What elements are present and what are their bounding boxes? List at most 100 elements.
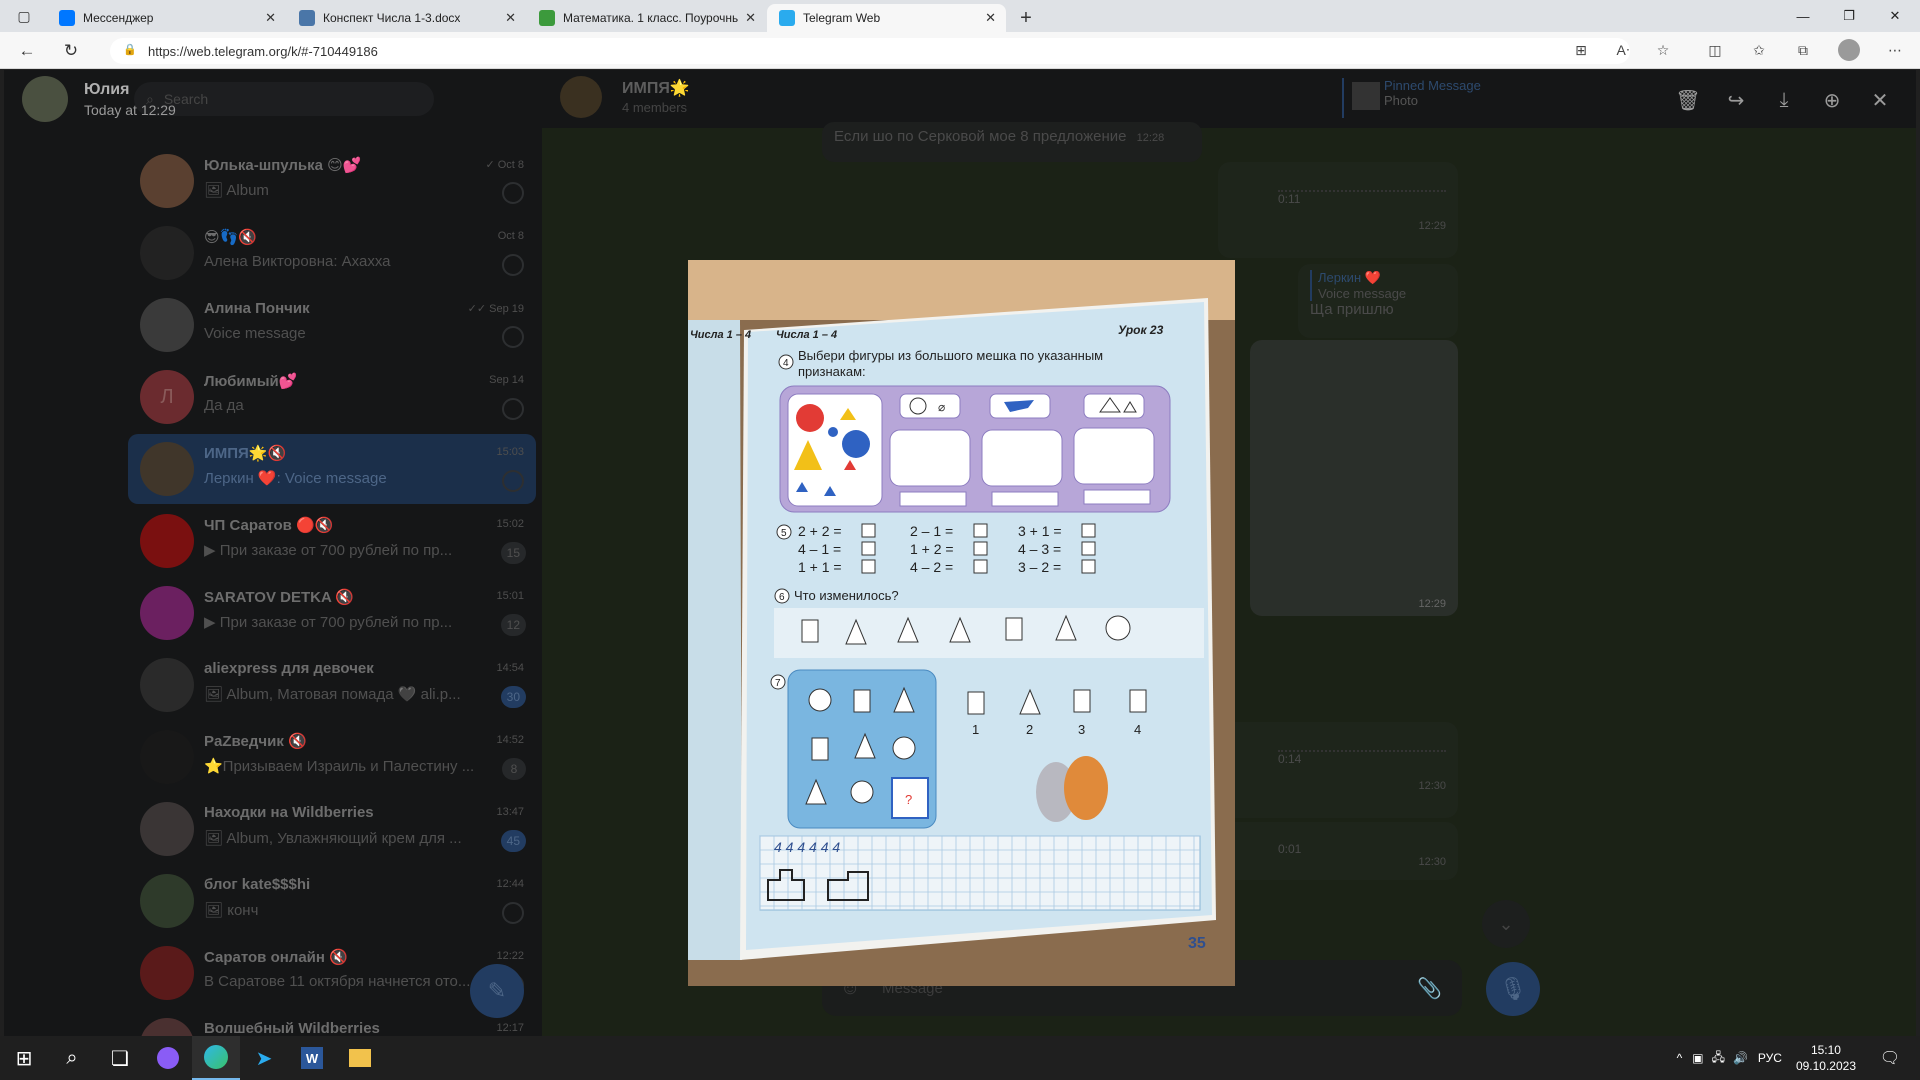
start-menu-icon[interactable]: ⊞ <box>0 1036 48 1080</box>
chat-list-item[interactable]: Юлька-шпулька 😊💕 🖼 Album ✓ Oct 8 <box>128 146 536 216</box>
close-viewer-icon[interactable]: ✕ <box>1866 86 1894 114</box>
language-indicator[interactable]: РУС <box>1758 1051 1782 1065</box>
chat-preview: ⭐Призываем Израиль и Палестину ... <box>204 758 474 775</box>
chat-list-item[interactable]: 😎👣🔇 Алена Викторовна: Ахахха Oct 8 <box>128 218 536 288</box>
group-avatar[interactable] <box>560 76 602 118</box>
meet-now-icon[interactable]: ▣ <box>1692 1051 1703 1065</box>
tab-close-icon[interactable]: ✕ <box>505 10 516 26</box>
pinned-text: Photo <box>1384 93 1418 108</box>
chat-list-item[interactable]: Волшебный Wildberries 12:17 <box>128 1010 536 1036</box>
browser-tab[interactable]: Конспект Числа 1-3.docx ✕ <box>287 4 526 32</box>
chat-list-item[interactable]: Алина Пончик Voice message ✓✓ Sep 19 <box>128 290 536 360</box>
task7-number: 7 <box>775 678 781 689</box>
chat-list-item[interactable]: aliexpress для девочек 🖼 Album, Матовая п… <box>128 650 536 720</box>
forward-icon[interactable]: ↪ <box>1722 86 1750 114</box>
task4-number: 4 <box>783 358 789 369</box>
viewed-photo[interactable]: Числа 1 – 4 Числа 1 – 4 Урок 23 4 Выбери… <box>688 260 1235 986</box>
attach-icon[interactable]: 📎 <box>1417 976 1442 1001</box>
chat-list-item[interactable]: PaZведчик 🔇 ⭐Призываем Израиль и Палестин… <box>128 722 536 792</box>
chat-avatar <box>140 802 194 856</box>
chat-preview: В Саратове 11 октября начнется ото... <box>204 973 471 990</box>
volume-icon[interactable]: 🔊 <box>1733 1051 1748 1065</box>
url-field[interactable]: 🔒 https://web.telegram.org/k/#-710449186 <box>110 38 1630 64</box>
scroll-down-button[interactable]: ⌄ <box>1482 900 1530 948</box>
telegram-app-icon[interactable]: ➤ <box>240 1036 288 1080</box>
chat-time: ✓✓ Sep 19 <box>467 303 524 315</box>
refresh-button[interactable]: ↻ <box>58 38 84 64</box>
show-hidden-icons-icon[interactable]: ^ <box>1677 1051 1683 1065</box>
chat-time: 12:17 <box>496 1022 524 1034</box>
tab-close-icon[interactable]: ✕ <box>265 10 276 26</box>
microphone-button[interactable]: 🎙 <box>1486 962 1540 1016</box>
voice-message[interactable]: 0:01 12:30 <box>1218 822 1458 880</box>
chat-list-item[interactable]: блог kate$$$hi 🖼 конч 12:44 <box>128 866 536 936</box>
new-message-button[interactable]: ✎ <box>470 964 524 1018</box>
edge-browser-icon[interactable] <box>192 1036 240 1080</box>
group-title[interactable]: ИМПЯ🌟 <box>622 78 690 98</box>
collections-icon[interactable]: ⧉ <box>1792 39 1814 61</box>
file-explorer-icon[interactable] <box>336 1036 384 1080</box>
viewer-sender[interactable]: Юлия Today at 12:29 <box>22 76 176 122</box>
chat-name: Любимый💕 <box>204 373 298 390</box>
download-icon[interactable]: ⤓ <box>1770 86 1798 114</box>
network-icon[interactable]: 🖧 <box>1712 1048 1725 1069</box>
equation: 2 – 1 = <box>910 523 953 539</box>
app-available-icon[interactable]: ⊞ <box>1570 39 1592 61</box>
group-members: 4 members <box>622 100 688 115</box>
favorite-star-icon[interactable]: ☆ <box>1652 39 1674 61</box>
task-view-icon[interactable]: ❏ <box>96 1036 144 1080</box>
back-button[interactable]: ← <box>14 38 40 64</box>
tab-close-icon[interactable]: ✕ <box>985 10 996 26</box>
assistant-app-icon[interactable] <box>144 1036 192 1080</box>
message-bubble[interactable]: Если шо по Серковой мое 8 предложение 12… <box>822 122 1202 162</box>
profile-avatar[interactable] <box>1838 39 1860 61</box>
photo-message[interactable]: 12:29 <box>1250 340 1458 616</box>
read-aloud-icon[interactable]: Aᐧ <box>1612 39 1634 61</box>
windows-taskbar: ⊞ ⌕ ❏ ➤ W ^ ▣ 🖧 🔊 РУС 15:10 09.10.2023 🗨 <box>0 1036 1920 1080</box>
svg-text:⌀: ⌀ <box>938 400 945 414</box>
new-tab-button[interactable]: + <box>1010 4 1042 32</box>
search-icon[interactable]: ⌕ <box>48 1036 96 1080</box>
browser-tab[interactable]: Математика. 1 класс. Поурочные ✕ <box>527 4 766 32</box>
pin-icon <box>502 398 524 420</box>
zoom-in-icon[interactable]: ⊕ <box>1818 86 1846 114</box>
chat-preview: Voice message <box>204 325 306 342</box>
search-input[interactable]: ⌕ Search <box>134 82 434 116</box>
tab-actions-icon[interactable]: ▢ <box>8 2 40 30</box>
voice-message[interactable]: 0:14 12:30 <box>1218 722 1458 818</box>
chat-list-item[interactable]: Находки на Wildberries 🖼 Album, Увлажняющ… <box>128 794 536 864</box>
page-header-right: Урок 23 <box>1118 323 1164 337</box>
tab-close-icon[interactable]: ✕ <box>745 10 756 26</box>
restore-button[interactable]: ❐ <box>1826 0 1872 32</box>
settings-more-icon[interactable]: ⋯ <box>1884 39 1906 61</box>
pin-icon <box>502 470 524 492</box>
chat-list-item[interactable]: Л Любимый💕 Да да Sep 14 <box>128 362 536 432</box>
equation: 3 – 2 = <box>1018 559 1061 575</box>
unread-badge: 15 <box>500 542 526 564</box>
word-app-icon[interactable]: W <box>288 1036 336 1080</box>
answer-box <box>861 541 876 556</box>
pinned-message[interactable]: Pinned Message Photo <box>1342 78 1582 118</box>
chat-list-item[interactable]: ИМПЯ🌟🔇 Леркин ❤️: Voice message 15:03 <box>128 434 536 504</box>
tab-title: Конспект Числа 1-3.docx <box>323 11 461 25</box>
browser-tab[interactable]: Мессенджер ✕ <box>47 4 286 32</box>
lock-icon[interactable]: 🔒 <box>123 43 137 56</box>
notifications-icon[interactable]: 🗨 <box>1866 1036 1914 1080</box>
taskbar-clock[interactable]: 15:10 09.10.2023 <box>1796 1042 1856 1074</box>
chat-avatar <box>140 586 194 640</box>
voice-message[interactable]: 0:11 12:29 <box>1218 162 1458 258</box>
favorites-icon[interactable]: ✩ <box>1748 39 1770 61</box>
reply-message[interactable]: Леркин ❤️ Voice message Ща пришлю <box>1298 264 1458 338</box>
chat-list-item[interactable]: SARATOV DETKA 🔇 ▶ При заказе от 700 рубле… <box>128 578 536 648</box>
split-screen-icon[interactable]: ◫ <box>1704 39 1726 61</box>
message-time: 12:28 <box>1136 132 1165 144</box>
browser-tab[interactable]: Telegram Web ✕ <box>767 4 1006 32</box>
minimize-button[interactable]: — <box>1780 0 1826 32</box>
delete-icon[interactable]: 🗑 <box>1674 86 1702 114</box>
chat-list-item[interactable]: ЧП Саратов 🔴🔇 ▶ При заказе от 700 рублей … <box>128 506 536 576</box>
chat-time: Oct 8 <box>497 230 524 242</box>
chat-preview: 🖼 конч <box>204 902 259 919</box>
answer-box <box>973 559 988 574</box>
close-window-button[interactable]: ✕ <box>1872 0 1918 32</box>
answer-box <box>1081 541 1096 556</box>
